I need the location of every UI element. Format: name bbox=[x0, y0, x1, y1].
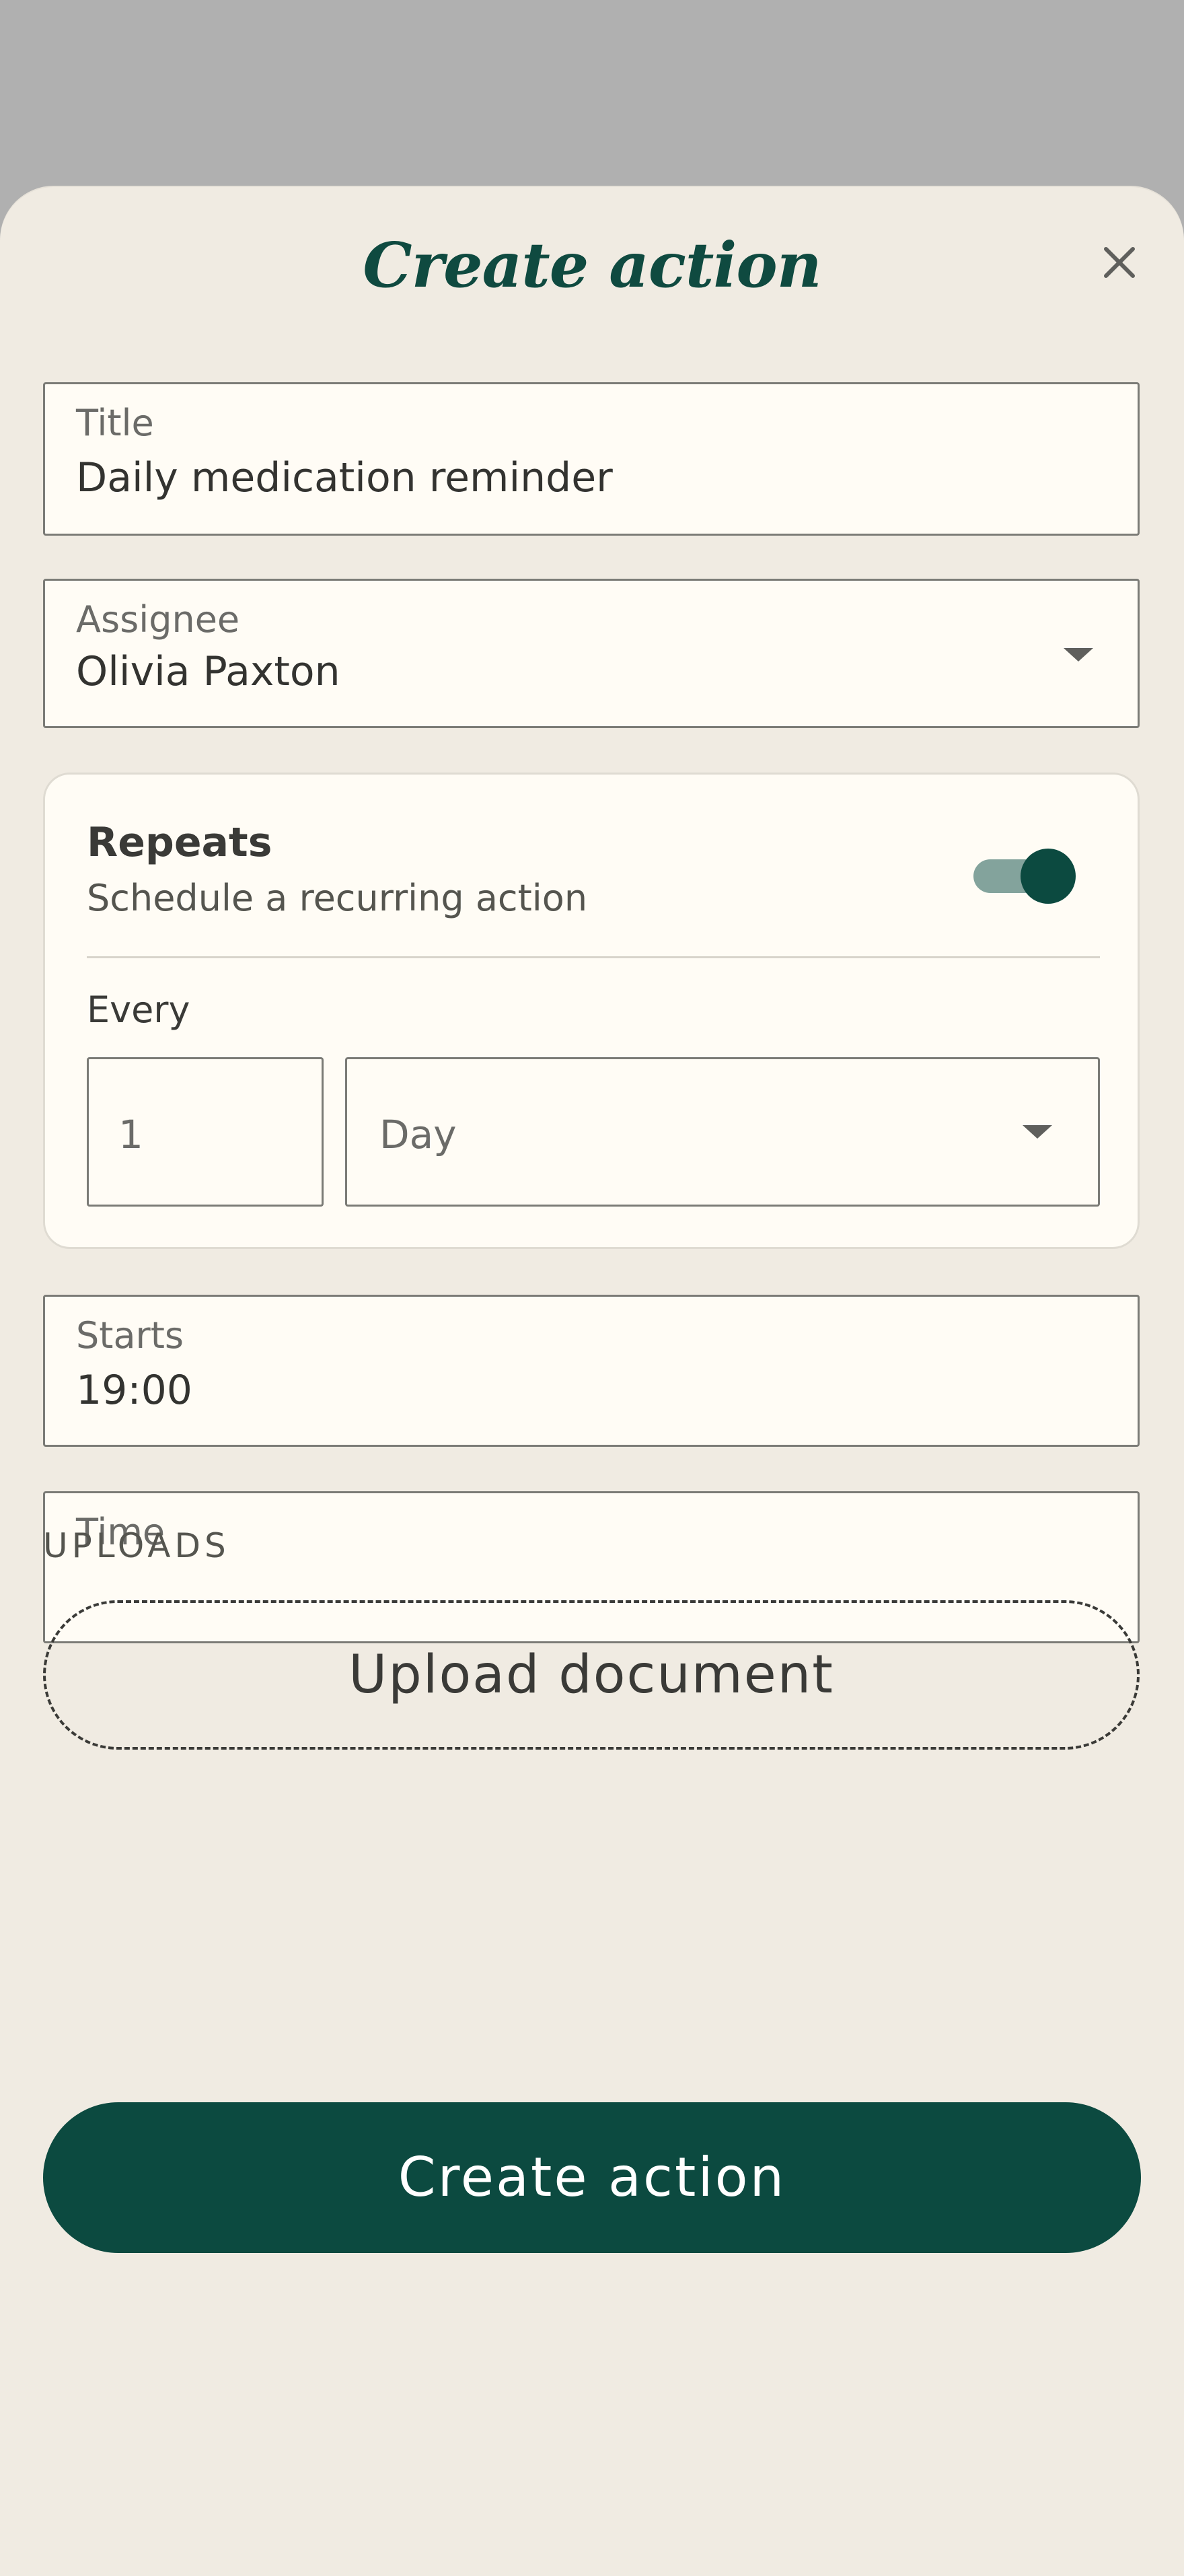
repeats-card: Repeats Schedule a recurring action Ever… bbox=[43, 773, 1140, 1249]
unit-select[interactable]: Day bbox=[345, 1057, 1100, 1207]
toggle-knob bbox=[1021, 849, 1076, 904]
every-label: Every bbox=[87, 989, 190, 1031]
title-field-label: Title bbox=[76, 402, 154, 444]
assignee-field-label: Assignee bbox=[76, 598, 240, 641]
upload-document-button[interactable]: Upload document bbox=[43, 1600, 1140, 1750]
starts-field[interactable]: Starts 19:00 bbox=[43, 1295, 1140, 1447]
close-icon bbox=[1104, 247, 1135, 278]
unit-value: Day bbox=[379, 1112, 457, 1157]
uploads-section-label: UPLOADS bbox=[43, 1526, 230, 1565]
starts-field-label: Starts bbox=[76, 1314, 184, 1357]
chevron-down-icon bbox=[1023, 1125, 1052, 1139]
starts-field-value: 19:00 bbox=[76, 1367, 192, 1414]
title-field-value: Daily medication reminder bbox=[76, 454, 613, 501]
dialog-title: Create action bbox=[363, 229, 821, 301]
assignee-select[interactable]: Assignee Olivia Paxton bbox=[43, 579, 1140, 728]
close-button[interactable] bbox=[1091, 234, 1148, 291]
create-action-button[interactable]: Create action bbox=[43, 2102, 1141, 2253]
create-action-sheet: Create action Title Daily medication rem… bbox=[0, 187, 1184, 2576]
repeats-toggle[interactable] bbox=[973, 849, 1076, 904]
interval-input[interactable]: 1 bbox=[87, 1057, 324, 1207]
chevron-down-icon bbox=[1064, 648, 1093, 661]
title-field[interactable]: Title Daily medication reminder bbox=[43, 382, 1140, 536]
interval-value: 1 bbox=[118, 1112, 143, 1157]
assignee-field-value: Olivia Paxton bbox=[76, 648, 340, 695]
divider bbox=[87, 956, 1100, 958]
repeats-title: Repeats bbox=[87, 819, 272, 866]
repeats-subtitle: Schedule a recurring action bbox=[87, 877, 588, 919]
